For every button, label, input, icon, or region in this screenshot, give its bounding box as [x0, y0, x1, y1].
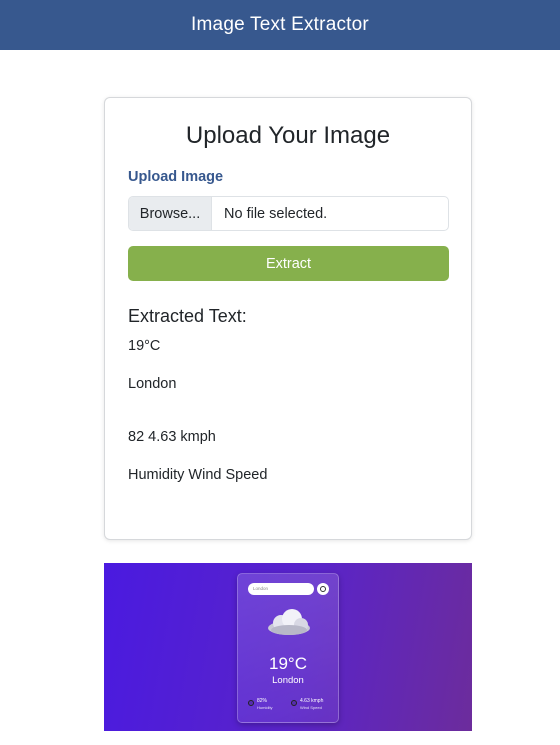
preview-city: London: [272, 675, 304, 686]
preview-search-box: London: [248, 583, 314, 595]
app-title: Image Text Extractor: [191, 14, 369, 35]
extracted-line-city: London: [128, 376, 177, 392]
preview-wind-value: 4.63 kmph: [300, 698, 324, 704]
preview-temperature: 19°C: [269, 654, 307, 673]
humidity-icon: [248, 700, 254, 706]
preview-humidity-value: 82%: [257, 698, 268, 704]
file-input[interactable]: Browse... No file selected.: [128, 196, 449, 231]
extracted-line-temperature: 19°C: [128, 338, 161, 354]
file-status-text: No file selected.: [224, 205, 328, 222]
weather-card-image: London 19°C London 82% Humidity 4.63 kmp…: [237, 573, 339, 723]
wind-icon: [291, 700, 297, 706]
browse-button[interactable]: Browse...: [129, 197, 212, 230]
uploaded-image-preview: London 19°C London 82% Humidity 4.63 kmp…: [104, 563, 472, 731]
extracted-line-labels: Humidity Wind Speed: [128, 467, 268, 483]
extract-button[interactable]: Extract: [128, 246, 449, 281]
card-title: Upload Your Image: [185, 122, 391, 149]
preview-humidity-label: Humidity: [257, 705, 273, 710]
cloud-icon: [268, 609, 310, 635]
preview-wind-label: Wind Speed: [300, 705, 322, 710]
upload-card: Upload Your Image Upload Image Browse...…: [104, 97, 472, 540]
app-header: Image Text Extractor: [0, 0, 560, 50]
extracted-line-values: 82 4.63 kmph: [128, 429, 216, 445]
extracted-text-heading: Extracted Text:: [128, 306, 247, 326]
preview-search-icon: [317, 583, 329, 595]
upload-image-label: Upload Image: [128, 169, 224, 185]
